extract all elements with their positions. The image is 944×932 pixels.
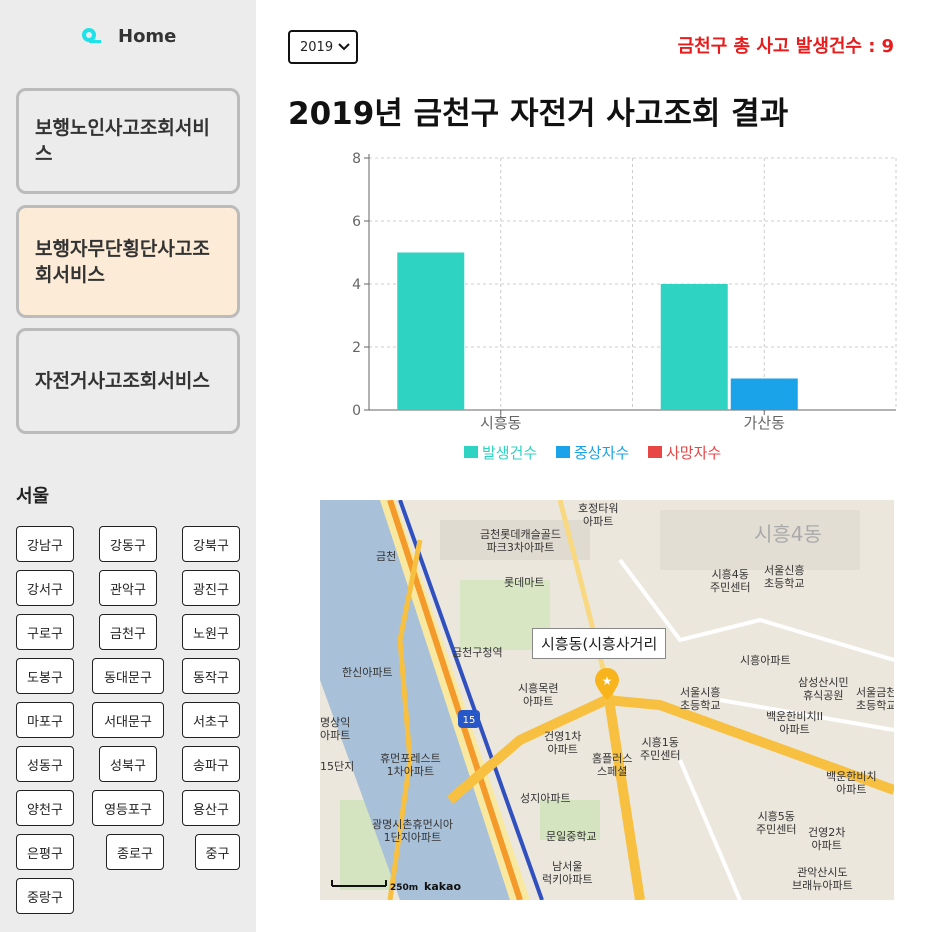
main-content: 2019 금천구 총 사고 발생건수 :9 2019년 금천구 자전거 사고조회… bbox=[256, 0, 944, 932]
district-button[interactable]: 동대문구 bbox=[92, 658, 164, 694]
map-scale-label: 250m bbox=[390, 883, 419, 893]
page-title: 2019년 금천구 자전거 사고조회 결과 bbox=[288, 96, 789, 132]
map-place-label: 금천롯데캐슬골드 파크3차아파트 bbox=[480, 528, 561, 554]
map-place-label: 금천구청역 bbox=[452, 646, 503, 659]
y-tick-label: 8 bbox=[352, 151, 361, 167]
y-tick-label: 6 bbox=[352, 214, 361, 230]
district-button[interactable]: 마포구 bbox=[16, 702, 74, 738]
map-place-label: 백운한비치II 아파트 bbox=[766, 710, 824, 736]
district-button[interactable]: 서초구 bbox=[182, 702, 240, 738]
district-button[interactable]: 성동구 bbox=[16, 746, 74, 782]
district-button[interactable]: 강남구 bbox=[16, 526, 74, 562]
bar[interactable] bbox=[730, 378, 798, 411]
legend-label[interactable]: 중상자수 bbox=[574, 444, 629, 462]
district-button[interactable]: 종로구 bbox=[106, 834, 164, 870]
sidebar: Home 보행노인사고조회서비스 보행자무단횡단사고조회서비스 자전거사고조회서… bbox=[0, 0, 256, 932]
map-provider-logo: kakao bbox=[424, 880, 462, 893]
home-label: Home bbox=[118, 25, 177, 47]
total-accidents: 금천구 총 사고 발생건수 :9 bbox=[678, 32, 894, 58]
district-button[interactable]: 금천구 bbox=[99, 614, 157, 650]
year-select[interactable]: 2019 bbox=[288, 30, 358, 64]
district-button[interactable]: 송파구 bbox=[182, 746, 240, 782]
district-button[interactable]: 서대문구 bbox=[92, 702, 164, 738]
map-tooltip: 시흥동(시흥사거리 bbox=[532, 628, 667, 659]
legend-label[interactable]: 사망자수 bbox=[666, 444, 721, 462]
district-button[interactable]: 중랑구 bbox=[16, 878, 74, 914]
legend-label[interactable]: 발생건수 bbox=[482, 444, 537, 462]
region-title: 서울 bbox=[16, 486, 50, 507]
map-place-label: 서울신흥 초등학교 bbox=[764, 564, 805, 590]
accident-bar-chart: 0 2 4 6 8 시흥동 가산동발생건수 중상자수 사망자수 bbox=[352, 151, 897, 462]
x-tick-label: 시흥동 bbox=[480, 414, 522, 432]
map-view[interactable]: ★ 15 호정타워 아파트금천롯데캐슬골드 파크3차아파트롯데마트 시흥4동 시흥4… bbox=[320, 500, 894, 900]
district-button[interactable]: 강북구 bbox=[182, 526, 240, 562]
map-place-label: 서울시흥 초등학교 bbox=[680, 686, 721, 712]
district-button[interactable]: 중구 bbox=[195, 834, 240, 870]
map-place-label: 롯데마트 bbox=[504, 576, 545, 589]
map-place-label: 남서울 럭키아파트 bbox=[542, 860, 593, 886]
y-tick-label: 0 bbox=[352, 403, 361, 419]
legend-swatch[interactable] bbox=[464, 446, 478, 458]
district-button[interactable]: 강동구 bbox=[99, 526, 157, 562]
legend-swatch[interactable] bbox=[648, 446, 662, 458]
x-tick-label: 가산동 bbox=[744, 414, 786, 432]
district-button[interactable]: 광진구 bbox=[182, 570, 240, 606]
chevron-down-icon bbox=[338, 43, 350, 51]
service-label: 보행자무단횡단사고조회서비스 bbox=[35, 237, 210, 286]
service-elderly-pedestrian-button[interactable]: 보행노인사고조회서비스 bbox=[16, 88, 240, 194]
district-button[interactable]: 강서구 bbox=[16, 570, 74, 606]
district-button[interactable]: 은평구 bbox=[16, 834, 74, 870]
map-place-label: 한신아파트 bbox=[342, 666, 393, 679]
map-place-label: 시흥4동 bbox=[754, 522, 822, 546]
service-jaywalking-button[interactable]: 보행자무단횡단사고조회서비스 bbox=[16, 205, 240, 318]
map-place-label: 관악산시도 브래뉴아파트 bbox=[792, 866, 853, 892]
svg-text:15: 15 bbox=[463, 715, 476, 726]
map-place-label: 명상익 아파트 bbox=[320, 716, 351, 742]
svg-text:★: ★ bbox=[602, 674, 613, 688]
district-button[interactable]: 영등포구 bbox=[92, 790, 164, 826]
y-tick-label: 2 bbox=[352, 340, 361, 356]
map-place-label: 건영1차 아파트 bbox=[544, 730, 582, 756]
map-place-label: 휴먼포레스트 1차아파트 bbox=[380, 752, 441, 778]
home-link[interactable]: Home bbox=[80, 22, 176, 50]
district-button[interactable]: 노원구 bbox=[182, 614, 240, 650]
year-value: 2019 bbox=[300, 39, 334, 55]
y-tick-label: 4 bbox=[352, 277, 361, 293]
map-place-label: 삼성산시민 휴식공원 bbox=[798, 676, 849, 702]
district-button[interactable]: 관악구 bbox=[99, 570, 157, 606]
district-button[interactable]: 용산구 bbox=[182, 790, 240, 826]
map-place-label: 건영2차 아파트 bbox=[808, 826, 846, 852]
district-button[interactable]: 성북구 bbox=[99, 746, 157, 782]
map-place-label: 15단지 bbox=[320, 760, 355, 773]
map-place-label: 서울금천 초등학교 bbox=[856, 686, 894, 712]
service-bicycle-button[interactable]: 자전거사고조회서비스 bbox=[16, 328, 240, 434]
map-place-label: 시흥1동 주민센터 bbox=[640, 736, 681, 762]
map-place-label: 시흥4동 주민센터 bbox=[710, 568, 751, 594]
map-place-label: 금천 bbox=[376, 550, 397, 563]
map-place-label: 광명시촌휴먼시아 1단지아파트 bbox=[372, 818, 453, 844]
map-place-label: 시흥목련 아파트 bbox=[518, 682, 559, 708]
home-logo-icon bbox=[82, 28, 101, 43]
legend-swatch[interactable] bbox=[556, 446, 570, 458]
service-label: 자전거사고조회서비스 bbox=[35, 370, 210, 392]
map-place-label: 문일중학교 bbox=[546, 830, 597, 843]
map-place-label: 시흥5동 주민센터 bbox=[756, 810, 797, 836]
map-place-label: 백운한비치 아파트 bbox=[826, 770, 877, 796]
map-place-label: 시흥아파트 bbox=[740, 654, 791, 667]
map-place-label: 홈플러스 스페셜 bbox=[592, 752, 633, 778]
district-button[interactable]: 양천구 bbox=[16, 790, 74, 826]
district-button[interactable]: 도봉구 bbox=[16, 658, 74, 694]
total-count: 9 bbox=[881, 36, 894, 57]
total-label: 금천구 총 사고 발생건수 : bbox=[677, 36, 876, 57]
map-place-label: 성지아파트 bbox=[520, 792, 571, 805]
service-label: 보행노인사고조회서비스 bbox=[35, 117, 210, 165]
bar[interactable] bbox=[660, 284, 728, 410]
district-button[interactable]: 동작구 bbox=[182, 658, 240, 694]
map-place-label: 호정타워 아파트 bbox=[578, 502, 619, 528]
bar[interactable] bbox=[397, 252, 465, 411]
district-button[interactable]: 구로구 bbox=[16, 614, 74, 650]
